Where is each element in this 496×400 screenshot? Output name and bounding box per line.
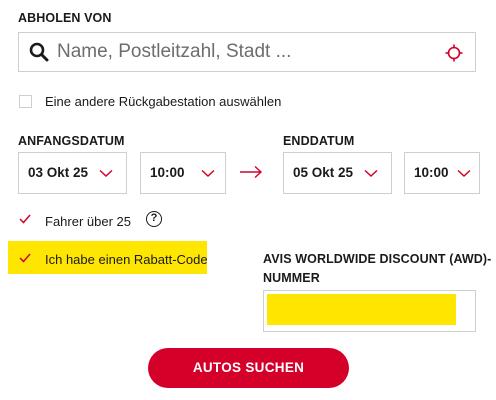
help-icon-symbol: ? [150,212,158,224]
search-cars-button[interactable]: AUTOS SUCHEN [148,348,349,388]
awd-number-input[interactable] [263,290,476,332]
start-time-value: 10:00 [150,165,185,180]
pickup-location-placeholder: Name, Postleitzahl, Stadt ... [57,41,292,62]
end-date-select[interactable]: 05 Okt 25 [283,152,392,194]
discount-code-label[interactable]: Ich habe einen Rabatt-Code [45,252,208,267]
crosshair-icon[interactable] [445,44,463,62]
return-station-checkbox[interactable] [19,95,32,108]
search-icon [29,42,49,62]
discount-code-checkbox[interactable] [18,251,32,265]
pickup-location-input[interactable]: Name, Postleitzahl, Stadt ... [18,32,476,72]
awd-label-line1: AVIS WORLDWIDE DISCOUNT (AWD)- [263,252,492,266]
end-date-value: 05 Okt 25 [293,165,354,180]
driver-age-label[interactable]: Fahrer über 25 [45,214,131,229]
chevron-down-icon [201,169,215,178]
chevron-down-icon [364,169,378,178]
help-icon[interactable]: ? [146,211,162,227]
driver-age-checkbox[interactable] [18,212,32,226]
start-time-select[interactable]: 10:00 [140,152,226,194]
chevron-down-icon [457,169,471,178]
start-date-select[interactable]: 03 Okt 25 [18,152,127,194]
end-time-select[interactable]: 10:00 [404,152,480,194]
start-date-label: ANFANGSDATUM [18,134,125,148]
end-time-value: 10:00 [414,165,449,180]
awd-input-highlight [267,294,456,325]
return-station-label[interactable]: Eine andere Rückgabestation auswählen [45,94,281,109]
start-date-value: 03 Okt 25 [28,165,89,180]
awd-label-line2: NUMMER [263,271,320,285]
chevron-down-icon [99,169,113,178]
arrow-right-icon [240,165,263,179]
pickup-label: ABHOLEN VON [18,11,112,25]
end-date-label: ENDDATUM [283,134,355,148]
